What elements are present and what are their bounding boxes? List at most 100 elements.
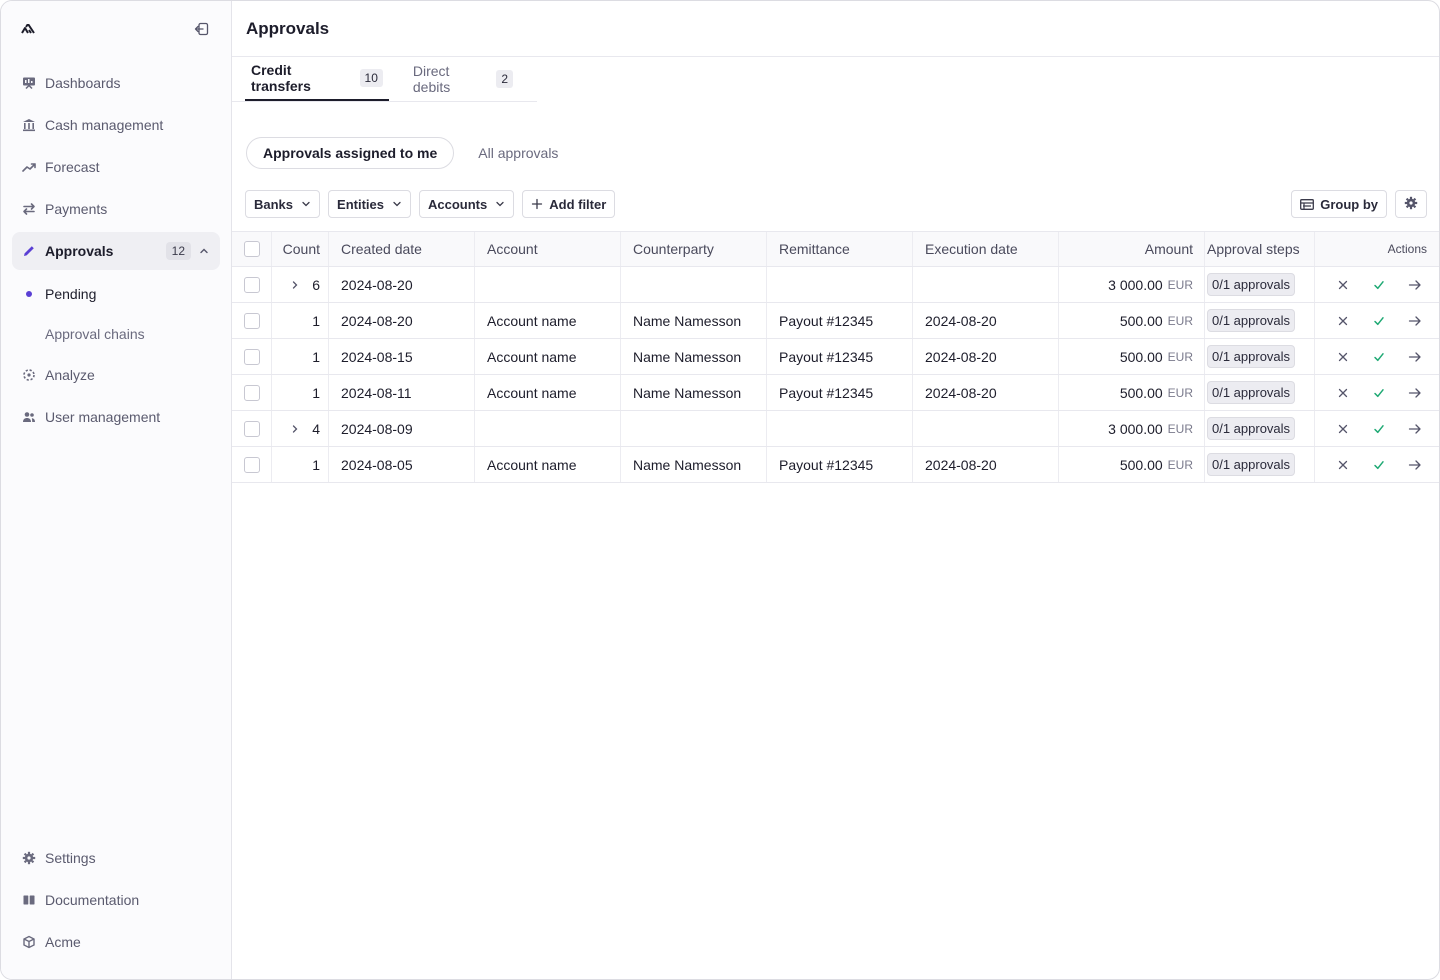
open-details-arrow-icon[interactable] — [1403, 309, 1427, 333]
app-window: Dashboards Cash management Forecast Paym… — [0, 0, 1440, 980]
reject-icon[interactable] — [1331, 381, 1355, 405]
row-checkbox[interactable] — [243, 384, 260, 401]
row-count: 1 — [312, 312, 320, 329]
reject-icon[interactable] — [1331, 309, 1355, 333]
swap-arrows-icon — [21, 201, 37, 217]
sidebar-item-dashboards[interactable]: Dashboards — [12, 64, 220, 102]
dashboard-icon — [21, 75, 37, 91]
approve-icon[interactable] — [1367, 453, 1391, 477]
chevron-down-icon — [392, 199, 402, 209]
table-group-row[interactable]: 6 2024-08-20 3 000.00 EUR 0/1 approvals — [232, 267, 1439, 303]
open-details-arrow-icon[interactable] — [1403, 345, 1427, 369]
account-cell: Account name — [475, 339, 621, 374]
column-header-execution-date[interactable]: Execution date — [913, 232, 1059, 266]
row-checkbox[interactable] — [243, 312, 260, 329]
account-cell: Account name — [475, 303, 621, 338]
segment-all-approvals[interactable]: All approvals — [462, 137, 574, 169]
chevron-up-icon[interactable] — [199, 245, 211, 257]
approve-icon[interactable] — [1367, 345, 1391, 369]
approval-steps-cell: 0/1 approvals — [1205, 447, 1315, 482]
column-header-account[interactable]: Account — [475, 232, 621, 266]
sidebar-item-user-management[interactable]: User management — [12, 398, 220, 436]
counterparty-cell — [621, 411, 767, 446]
reject-icon[interactable] — [1331, 345, 1355, 369]
table-body: 6 2024-08-20 3 000.00 EUR 0/1 approvals … — [232, 267, 1439, 483]
table-settings-button[interactable] — [1395, 190, 1427, 218]
column-header-counterparty[interactable]: Counterparty — [621, 232, 767, 266]
sidebar-item-label: Forecast — [45, 159, 100, 175]
sidebar-subitem-pending[interactable]: Pending — [12, 274, 220, 314]
table-row[interactable]: 1 2024-08-05 Account name Name Namesson … — [232, 447, 1439, 483]
group-by-button[interactable]: Group by — [1291, 190, 1387, 218]
banks-filter-button[interactable]: Banks — [245, 190, 321, 218]
segment-assigned-to-me[interactable]: Approvals assigned to me — [246, 137, 455, 169]
tab-credit-transfers[interactable]: Credit transfers 10 — [245, 57, 389, 101]
sidebar-item-cash-management[interactable]: Cash management — [12, 106, 220, 144]
sidebar-item-approvals[interactable]: Approvals 12 — [12, 232, 220, 270]
row-checkbox[interactable] — [243, 456, 260, 473]
column-header-actions: Actions — [1387, 242, 1427, 256]
row-checkbox-cell — [232, 339, 272, 374]
currency-code: EUR — [1167, 385, 1193, 400]
gear-icon — [21, 850, 37, 866]
logo-icon[interactable] — [21, 22, 37, 36]
column-header-remittance[interactable]: Remittance — [767, 232, 913, 266]
sidebar-item-documentation[interactable]: Documentation — [12, 881, 220, 919]
approvals-count-badge: 12 — [165, 242, 191, 260]
open-details-arrow-icon[interactable] — [1403, 381, 1427, 405]
sidebar-item-settings[interactable]: Settings — [12, 839, 220, 877]
table-group-icon — [1300, 198, 1315, 210]
chevron-right-icon[interactable] — [290, 423, 302, 435]
approve-icon[interactable] — [1367, 273, 1391, 297]
table-group-row[interactable]: 4 2024-08-09 3 000.00 EUR 0/1 approvals — [232, 411, 1439, 447]
sidebar-item-label: Cash management — [45, 117, 164, 133]
row-checkbox[interactable] — [243, 276, 260, 293]
reject-icon[interactable] — [1331, 453, 1355, 477]
page-title: Approvals — [246, 18, 330, 38]
add-filter-button[interactable]: Add filter — [522, 190, 616, 218]
count-cell: 4 — [272, 411, 329, 446]
row-count: 1 — [312, 348, 320, 365]
row-checkbox[interactable] — [243, 348, 260, 365]
collapse-sidebar-icon[interactable] — [193, 20, 211, 38]
table-row[interactable]: 1 2024-08-15 Account name Name Namesson … — [232, 339, 1439, 375]
filter-label: Accounts — [428, 196, 488, 212]
remittance-cell: Payout #12345 — [767, 447, 913, 482]
select-all-checkbox[interactable] — [243, 241, 260, 257]
sidebar-item-acme[interactable]: Acme — [12, 923, 220, 961]
row-checkbox[interactable] — [243, 420, 260, 437]
open-details-arrow-icon[interactable] — [1403, 453, 1427, 477]
column-header-amount[interactable]: Amount — [1059, 232, 1205, 266]
accounts-filter-button[interactable]: Accounts — [419, 190, 515, 218]
open-details-arrow-icon[interactable] — [1403, 273, 1427, 297]
table-row[interactable]: 1 2024-08-20 Account name Name Namesson … — [232, 303, 1439, 339]
table-row[interactable]: 1 2024-08-11 Account name Name Namesson … — [232, 375, 1439, 411]
tab-direct-debits[interactable]: Direct debits 2 — [407, 57, 519, 101]
sidebar-item-analyze[interactable]: Analyze — [12, 356, 220, 394]
approve-icon[interactable] — [1367, 381, 1391, 405]
approve-icon[interactable] — [1367, 309, 1391, 333]
approval-steps-badge: 0/1 approvals — [1207, 345, 1296, 368]
remittance-cell: Payout #12345 — [767, 375, 913, 410]
currency-code: EUR — [1167, 421, 1193, 436]
sidebar-item-payments[interactable]: Payments — [12, 190, 220, 228]
column-header-count[interactable]: Count — [272, 232, 329, 266]
column-header-approval-steps[interactable]: Approval steps — [1205, 232, 1315, 266]
amount-value: 500.00 — [1119, 312, 1163, 329]
chevron-right-icon[interactable] — [290, 279, 302, 291]
entities-filter-button[interactable]: Entities — [328, 190, 411, 218]
sidebar-item-label: Analyze — [45, 367, 95, 383]
remittance-cell — [767, 267, 913, 302]
open-details-arrow-icon[interactable] — [1403, 417, 1427, 441]
sidebar-subitem-approval-chains[interactable]: Approval chains — [12, 314, 220, 354]
approve-icon[interactable] — [1367, 417, 1391, 441]
header-checkbox-cell — [232, 232, 272, 266]
amount-value: 500.00 — [1119, 384, 1163, 401]
reject-icon[interactable] — [1331, 273, 1355, 297]
sidebar-item-forecast[interactable]: Forecast — [12, 148, 220, 186]
reject-icon[interactable] — [1331, 417, 1355, 441]
chevron-down-icon — [301, 199, 311, 209]
column-header-created-date[interactable]: Created date — [329, 232, 475, 266]
amount-cell: 500.00 EUR — [1059, 339, 1205, 374]
execution-date-cell: 2024-08-20 — [913, 339, 1059, 374]
